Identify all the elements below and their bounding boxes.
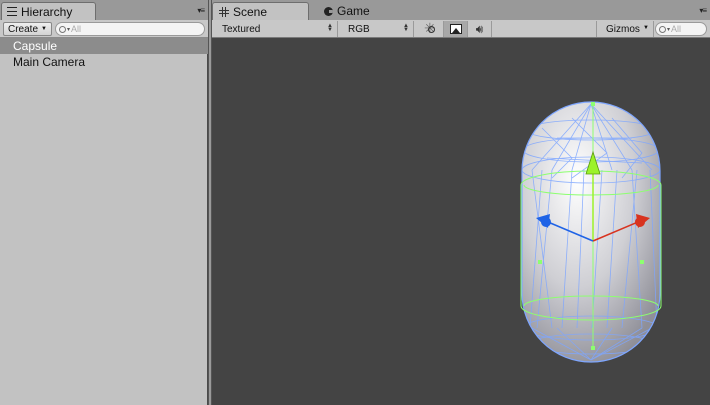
z-axis-cone-icon[interactable] <box>541 217 551 227</box>
tab-game-label: Game <box>337 4 370 18</box>
lighting-toggle[interactable] <box>420 21 444 37</box>
color-mode-value: RGB <box>348 23 370 35</box>
tab-scene[interactable]: Scene <box>212 2 309 20</box>
hierarchy-search-placeholder: All <box>71 24 82 34</box>
grid-icon <box>219 6 229 17</box>
chevron-down-icon: ▼ <box>643 25 649 31</box>
pacman-icon <box>324 6 333 16</box>
scene-toolbar: Textured ▲▼ RGB ▲▼ 🔊︎ Gizmos ▼ ▾ All <box>212 20 710 38</box>
capsule-mesh <box>521 101 661 363</box>
panel-menu-icon[interactable]: ▾≡ <box>699 6 707 15</box>
scene-search-input[interactable]: ▾ All <box>655 22 707 36</box>
color-mode-dropdown[interactable]: RGB ▲ ▼ <box>338 21 414 37</box>
tab-hierarchy[interactable]: Hierarchy <box>1 2 96 20</box>
list-item-capsule[interactable]: Capsule <box>0 38 208 54</box>
search-icon <box>659 25 666 33</box>
image-effects-toggle[interactable] <box>444 21 468 37</box>
list-item-label: Capsule <box>13 39 58 53</box>
updown-arrow-icon: ▲ ▼ <box>403 23 409 33</box>
x-axis-cone-icon[interactable] <box>635 217 645 227</box>
search-filter-caret-icon: ▾ <box>67 26 71 33</box>
updown-arrow-icon: ▲ ▼ <box>327 23 333 33</box>
hierarchy-panel: Hierarchy ▾≡ Create ▼ ▾ All Capsule Main… <box>0 0 208 405</box>
render-mode-dropdown[interactable]: Textured ▲ ▼ <box>212 21 338 37</box>
render-mode-value: Textured <box>222 23 261 35</box>
chevron-down-icon: ▼ <box>41 26 47 32</box>
tab-scene-label: Scene <box>233 4 268 19</box>
tab-game[interactable]: Game <box>318 2 398 20</box>
capsule-object[interactable] <box>212 38 710 405</box>
create-button-label: Create <box>8 23 39 35</box>
hierarchy-list: Capsule Main Camera <box>0 38 208 70</box>
tab-hierarchy-label: Hierarchy <box>21 4 73 19</box>
hierarchy-tabbar: Hierarchy ▾≡ <box>0 0 208 20</box>
create-button[interactable]: Create ▼ <box>3 22 52 36</box>
search-icon <box>59 25 66 33</box>
gizmos-dropdown[interactable]: Gizmos ▼ <box>596 21 654 37</box>
list-item-main-camera[interactable]: Main Camera <box>0 54 208 70</box>
hierarchy-toolbar: Create ▼ ▾ All <box>0 20 208 38</box>
hierarchy-search-input[interactable]: ▾ All <box>55 22 205 36</box>
scene-search-placeholder: All <box>671 24 682 34</box>
list-icon <box>7 7 17 16</box>
list-item-label: Main Camera <box>13 55 86 69</box>
sun-icon <box>424 21 436 35</box>
scene-viewport[interactable] <box>212 38 710 405</box>
search-filter-caret-icon: ▾ <box>667 26 671 33</box>
gizmos-label: Gizmos <box>606 23 640 35</box>
panel-menu-icon[interactable]: ▾≡ <box>197 6 205 15</box>
audio-toggle[interactable]: 🔊︎ <box>468 21 492 37</box>
scene-tabbar: Scene Game ▾≡ <box>212 0 710 20</box>
image-icon <box>449 24 462 34</box>
speaker-icon: 🔊︎ <box>475 21 484 36</box>
scene-panel: Scene Game ▾≡ Textured ▲▼ RGB ▲▼ 🔊︎ Gizm… <box>212 0 710 405</box>
